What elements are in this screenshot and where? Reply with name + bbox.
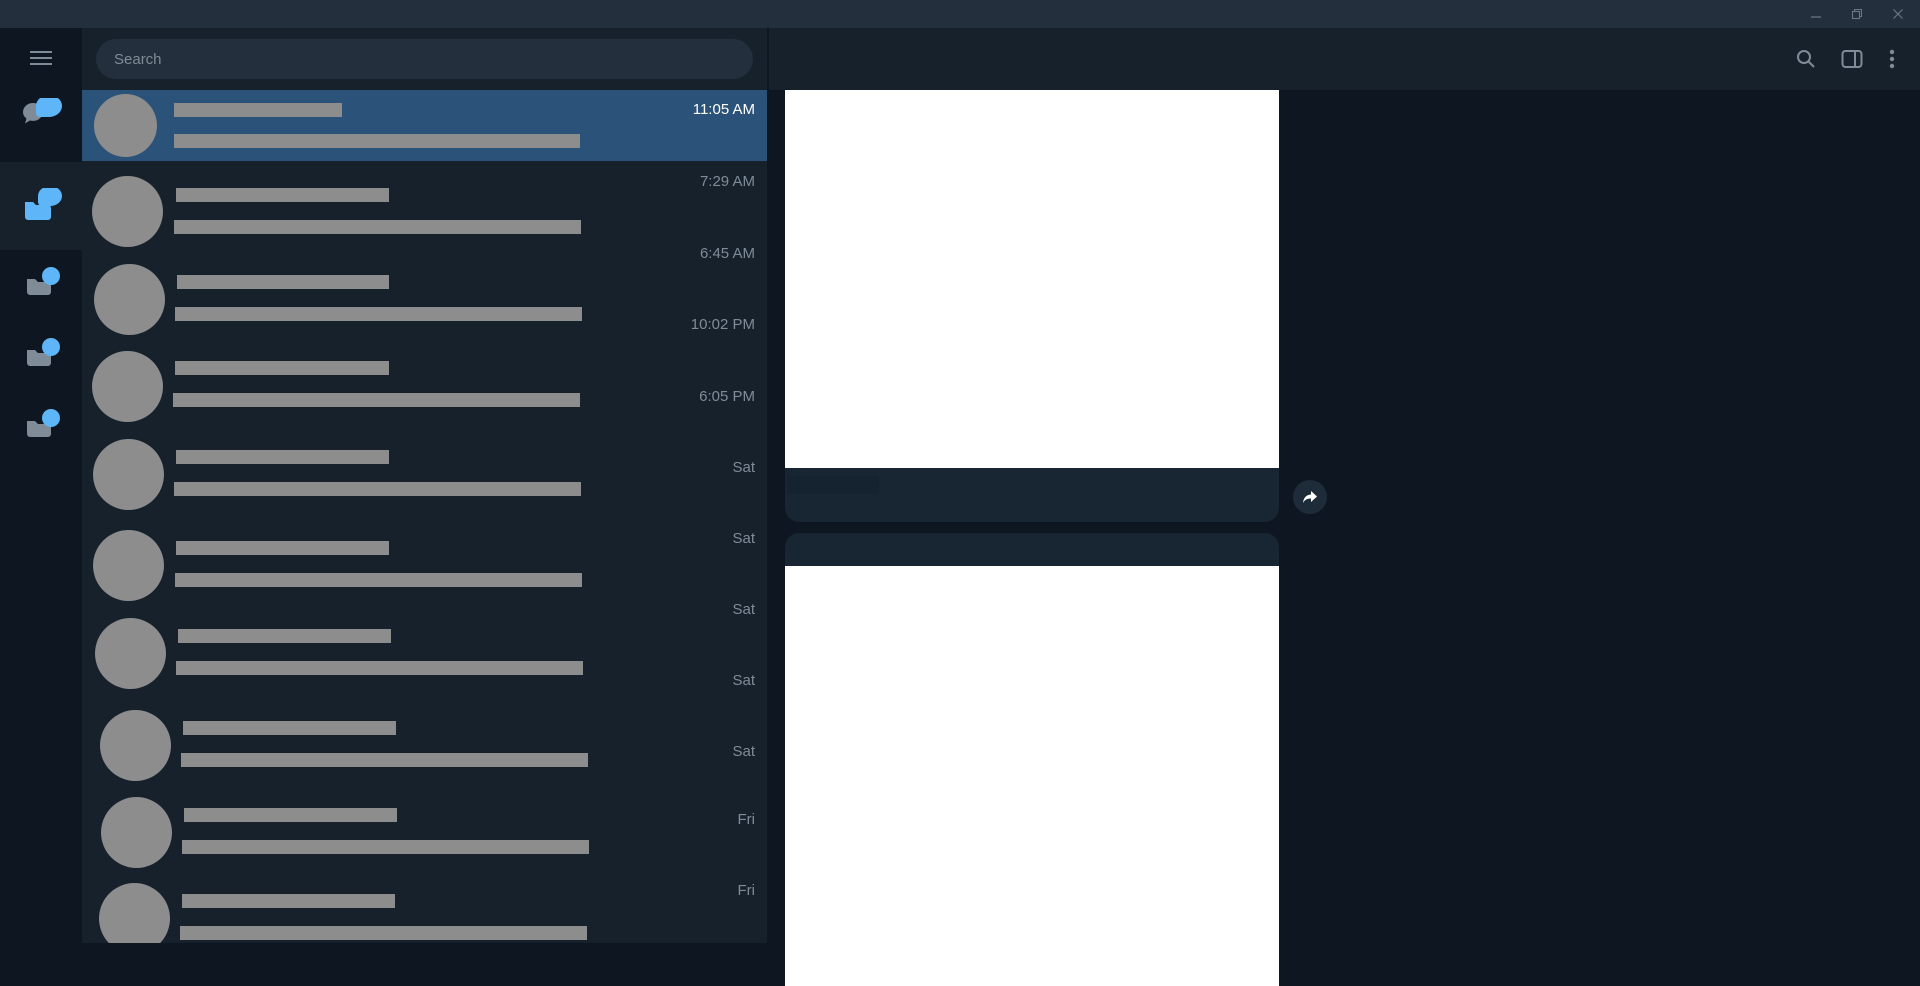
avatar	[94, 94, 157, 157]
chat-time: Sat	[732, 672, 755, 689]
avatar	[94, 264, 165, 335]
chat-row[interactable]: 6:45 AM	[82, 245, 767, 335]
more-vertical-icon	[1889, 49, 1895, 69]
chat-list-panel: 11:05 AM 7:29 AM 6:45 AM 10:02 PM 6:05 P…	[82, 28, 767, 943]
chat-time: Sat	[732, 743, 755, 760]
chat-row[interactable]: 7:29 AM	[82, 171, 767, 247]
main-menu-button[interactable]	[0, 28, 82, 88]
hamburger-menu-icon	[30, 51, 52, 65]
chat-row[interactable]: Sat	[82, 530, 767, 689]
chat-preview-redacted	[173, 393, 580, 407]
chat-name-redacted	[184, 808, 397, 822]
chat-time: 11:05 AM	[692, 101, 755, 118]
more-options-button[interactable]	[1878, 45, 1906, 73]
chat-preview-redacted	[174, 134, 580, 148]
chat-preview-redacted	[174, 220, 581, 234]
chat-row[interactable]: Sat	[82, 459, 767, 601]
folder-chats-icon	[27, 338, 60, 366]
avatar	[92, 351, 163, 422]
chat-time: Sat	[732, 530, 755, 547]
chat-preview-redacted	[174, 482, 581, 496]
chat-name-redacted	[176, 541, 389, 555]
chat-name-redacted	[176, 188, 389, 202]
chat-time: 10:02 PM	[690, 316, 755, 333]
chat-preview-redacted	[180, 926, 587, 940]
chat-name-redacted	[177, 275, 389, 289]
folder-chats-icon	[27, 267, 60, 295]
forward-button[interactable]	[1293, 480, 1327, 514]
folder-all-chats[interactable]	[0, 81, 82, 151]
chat-row[interactable]: 11:05 AM	[82, 90, 767, 161]
chat-row[interactable]: Sat	[82, 601, 767, 781]
avatar	[93, 530, 164, 601]
message-bubble[interactable]	[785, 90, 1279, 522]
search-input[interactable]	[96, 39, 753, 79]
chat-preview-redacted	[182, 840, 589, 854]
window-title-bar	[0, 0, 1920, 28]
close-icon	[1893, 9, 1903, 19]
message-photo[interactable]	[785, 90, 1279, 468]
chat-time: Fri	[737, 882, 756, 899]
chat-row[interactable]: 10:02 PM	[82, 316, 767, 422]
close-button[interactable]	[1879, 0, 1917, 28]
all-chats-icon	[22, 98, 62, 124]
avatar	[99, 883, 170, 943]
chat-header	[769, 28, 1920, 90]
chat-row[interactable]: 6:05 PM	[82, 388, 767, 510]
avatar	[93, 439, 164, 510]
chat-row[interactable]: Sat	[82, 672, 767, 868]
chat-area	[769, 28, 1920, 986]
chat-preview-redacted	[175, 307, 582, 321]
chat-preview-redacted	[176, 661, 583, 675]
folder-2[interactable]	[0, 246, 82, 316]
chat-time: 6:45 AM	[699, 245, 755, 262]
chat-time: 6:05 PM	[699, 388, 755, 405]
search-button[interactable]	[1792, 45, 1820, 73]
minimize-button[interactable]	[1797, 0, 1835, 28]
sidebar-toggle-icon	[1841, 50, 1863, 68]
folder-1[interactable]	[0, 162, 82, 250]
avatar	[92, 176, 163, 247]
folder-3[interactable]	[0, 317, 82, 387]
chat-preview-redacted	[181, 753, 588, 767]
search-box	[96, 39, 753, 79]
minimize-icon	[1811, 16, 1821, 18]
folder-chats-icon	[25, 188, 62, 220]
folder-4[interactable]	[0, 388, 82, 458]
chat-name-redacted	[174, 103, 342, 117]
restore-button[interactable]	[1838, 0, 1876, 28]
chat-row[interactable]: Sat	[82, 743, 767, 943]
chat-time: Sat	[732, 459, 755, 476]
folder-chats-icon	[27, 409, 60, 437]
avatar	[100, 710, 171, 781]
message-caption-redacted	[787, 476, 879, 494]
chat-time: Sat	[732, 601, 755, 618]
avatar	[101, 797, 172, 868]
folder-sidebar	[0, 28, 82, 943]
chat-preview-redacted	[175, 573, 582, 587]
share-arrow-icon	[1303, 491, 1317, 503]
chat-name-redacted	[178, 629, 391, 643]
chat-time: Fri	[737, 811, 756, 828]
sidebar-toggle-button[interactable]	[1838, 45, 1866, 73]
chat-time: 7:29 AM	[699, 173, 755, 190]
avatar	[95, 618, 166, 689]
chat-name-redacted	[175, 361, 389, 375]
chat-name-redacted	[182, 894, 395, 908]
message-bubble[interactable]	[785, 533, 1279, 986]
search-icon	[1797, 50, 1815, 68]
message-photo[interactable]	[785, 566, 1279, 986]
chat-name-redacted	[183, 721, 396, 735]
restore-icon	[1851, 8, 1863, 20]
chat-name-redacted	[176, 450, 389, 464]
